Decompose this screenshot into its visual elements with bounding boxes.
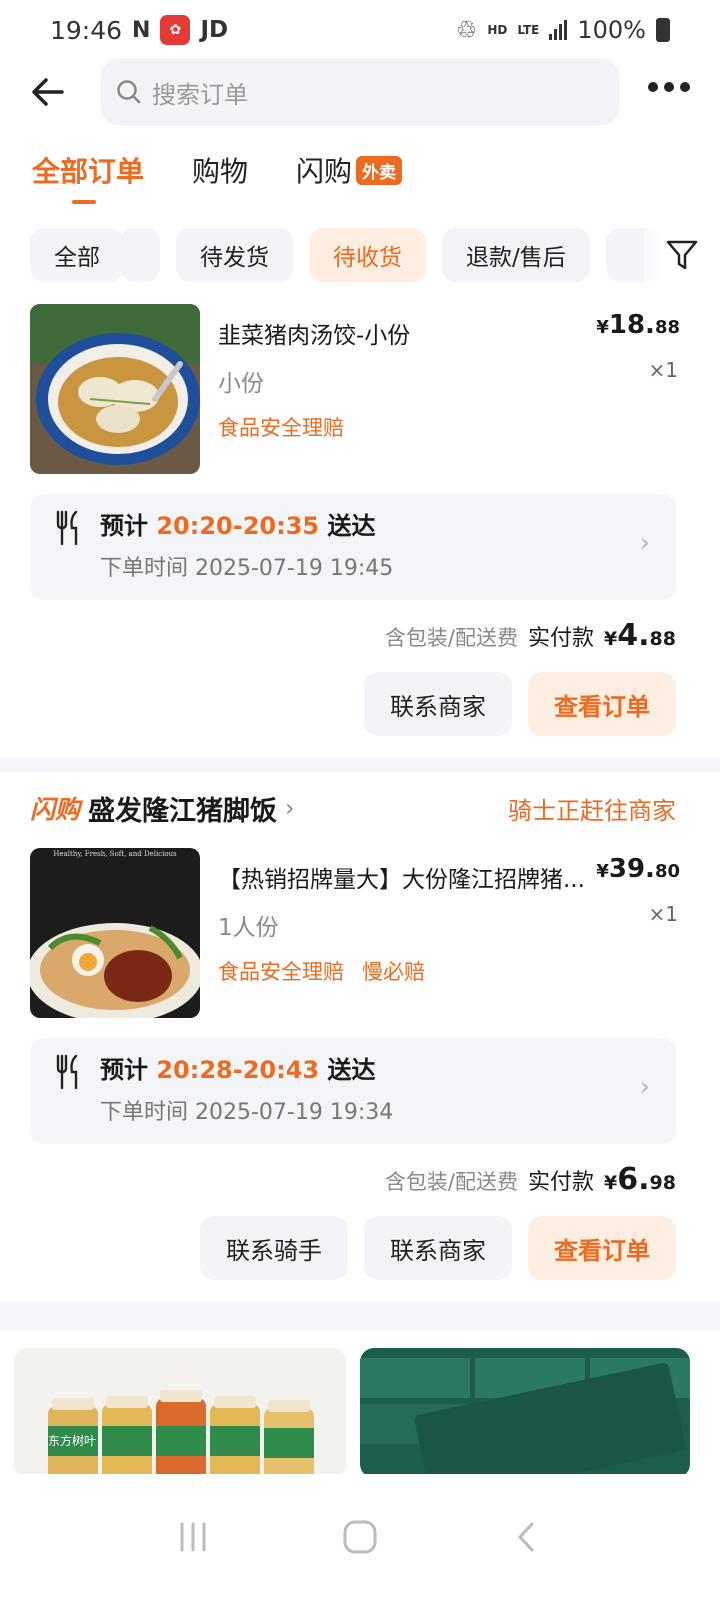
dumpling-soup-image	[30, 304, 200, 474]
shangou-logo: 闪购	[30, 795, 81, 824]
filter-funnel-button[interactable]	[644, 228, 720, 282]
system-nav-bar	[0, 1474, 720, 1600]
pay-label: 实付款	[528, 626, 595, 651]
filter-chip-refund[interactable]: 退款/售后	[442, 228, 590, 282]
signal-icon	[549, 20, 568, 40]
section-divider	[0, 1302, 720, 1330]
lte-indicator: LTE	[517, 23, 540, 37]
takeout-badge: 外卖	[356, 155, 403, 185]
pay-amount: ¥6.98	[604, 1162, 676, 1197]
recent-apps-button[interactable]	[173, 1517, 213, 1557]
nfc-icon: N	[132, 17, 151, 43]
recent-apps-icon	[180, 1522, 206, 1552]
item-spec: 小份	[218, 371, 264, 397]
search-placeholder: 搜索订单	[152, 80, 248, 109]
back-chevron-icon	[517, 1522, 534, 1552]
hd-indicator: HD	[487, 23, 508, 37]
recommended-product-tissue[interactable]	[360, 1348, 690, 1478]
eta-line: 预计 20:20-20:35 送达	[100, 512, 376, 540]
item-price: ¥39.80	[596, 854, 680, 884]
status-time: 19:46	[50, 15, 123, 45]
item-tags: 食品安全理赔 慢必赔	[218, 956, 425, 986]
payment-row: 含包装/配送费 实付款 ¥6.98	[385, 1162, 676, 1197]
tag-food-safety: 食品安全理赔	[218, 960, 344, 984]
battery-saver-icon: ♲	[455, 16, 478, 44]
item-tags: 食品安全理赔	[218, 412, 344, 442]
item-quantity: ×1	[648, 902, 678, 926]
status-bar: 19:46 N ✿ JD ♲ HD LTE 100%	[0, 0, 720, 60]
recommended-product-tea-label: 东方树叶	[48, 1434, 97, 1448]
contact-merchant-button[interactable]: 联系商家	[364, 1216, 512, 1280]
delivery-eta-box[interactable]: 预计 20:20-20:35 送达 下单时间 2025-07-19 19:45 …	[30, 494, 676, 600]
back-arrow-icon[interactable]	[30, 74, 66, 110]
section-divider	[0, 758, 720, 772]
eta-time: 20:20-20:35	[156, 512, 320, 540]
item-title[interactable]: 【热销招牌量大】大份隆江招牌猪...	[218, 860, 592, 894]
filter-chip-all[interactable]: 全部	[30, 228, 124, 282]
tag-late-compensation: 慢必赔	[362, 960, 425, 984]
utensils-icon	[56, 510, 78, 546]
recommended-product-tea[interactable]: 东方树叶	[14, 1348, 346, 1478]
item-price: ¥18.88	[596, 310, 680, 340]
filter-funnel-icon	[666, 240, 698, 270]
shop-name[interactable]: 盛发隆江猪脚饭	[88, 789, 277, 828]
tab-flash-purchase[interactable]: 闪购 外卖	[296, 150, 403, 190]
contact-merchant-button[interactable]: 联系商家	[364, 672, 512, 736]
contact-rider-button[interactable]: 联系骑手	[200, 1216, 348, 1280]
item-spec: 1人份	[218, 915, 279, 941]
tab-shopping[interactable]: 购物	[192, 150, 248, 190]
battery-percent: 100%	[577, 16, 646, 44]
filter-chip-to-ship[interactable]: 待发货	[176, 228, 293, 282]
eta-line: 预计 20:28-20:43 送达	[100, 1056, 376, 1084]
tab-all-orders[interactable]: 全部订单	[32, 150, 144, 204]
pay-amount: ¥4.88	[604, 618, 676, 653]
tea-bottles-image	[14, 1348, 346, 1478]
order-actions: 联系骑手 联系商家 查看订单	[200, 1216, 676, 1280]
order-type-tabs: 全部订单 购物 闪购 外卖	[32, 150, 403, 210]
item-quantity: ×1	[648, 358, 678, 382]
order-time: 下单时间 2025-07-19 19:45	[100, 556, 394, 581]
home-button[interactable]	[340, 1517, 380, 1557]
header: 搜索订单	[0, 58, 720, 126]
pork-trotter-rice-image	[30, 848, 200, 1018]
status-filter-chips: 全部 待发货 待收货 退款/售后	[30, 228, 720, 282]
search-icon	[117, 80, 141, 104]
item-title[interactable]: 韭菜猪肉汤饺-小份	[218, 316, 598, 350]
app-notification-icon: ✿	[160, 15, 191, 45]
pay-label: 实付款	[528, 1170, 595, 1195]
system-back-button[interactable]	[507, 1517, 547, 1557]
chevron-right-icon: ›	[285, 794, 295, 822]
status-right: ♲ HD LTE 100%	[456, 16, 670, 44]
tag-food-safety: 食品安全理赔	[218, 416, 344, 440]
chevron-right-icon: ›	[639, 528, 650, 558]
search-input[interactable]: 搜索订单	[100, 58, 620, 126]
shop-link[interactable]: 闪购 盛发隆江猪脚饭 ›	[30, 789, 295, 828]
delivery-eta-box[interactable]: 预计 20:28-20:43 送达 下单时间 2025-07-19 19:34 …	[30, 1038, 676, 1144]
view-order-button[interactable]: 查看订单	[528, 1216, 676, 1280]
chevron-right-icon: ›	[639, 1072, 650, 1102]
shop-row: 闪购 盛发隆江猪脚饭 › 骑士正赶往商家	[30, 788, 676, 828]
tissue-boxes-image	[360, 1348, 690, 1478]
order-actions: 联系商家 查看订单	[364, 672, 676, 736]
home-icon	[343, 1520, 377, 1554]
filter-chip-partial[interactable]	[120, 228, 160, 282]
status-left: 19:46 N ✿ JD	[50, 15, 228, 45]
filter-chip-to-receive[interactable]: 待收货	[309, 228, 426, 282]
eta-time: 20:28-20:43	[156, 1056, 320, 1084]
rider-status: 骑士正赶往商家	[508, 796, 676, 825]
view-order-button[interactable]: 查看订单	[528, 672, 676, 736]
payment-row: 含包装/配送费 实付款 ¥4.88	[385, 618, 676, 653]
jd-status-icon: JD	[200, 17, 229, 43]
product-thumbnail-dumplings[interactable]	[30, 304, 200, 474]
utensils-icon	[56, 1054, 78, 1090]
more-options-icon[interactable]	[648, 82, 690, 92]
pay-note: 含包装/配送费	[384, 626, 519, 650]
battery-icon	[656, 18, 670, 42]
order-time: 下单时间 2025-07-19 19:34	[100, 1100, 394, 1125]
pay-note: 含包装/配送费	[384, 1170, 519, 1194]
thumbnail-overlay-text: Healthy, Fresh, Soft, and Delicious	[53, 850, 177, 858]
product-thumbnail-pork-trotter[interactable]: Healthy, Fresh, Soft, and Delicious	[30, 848, 200, 1018]
